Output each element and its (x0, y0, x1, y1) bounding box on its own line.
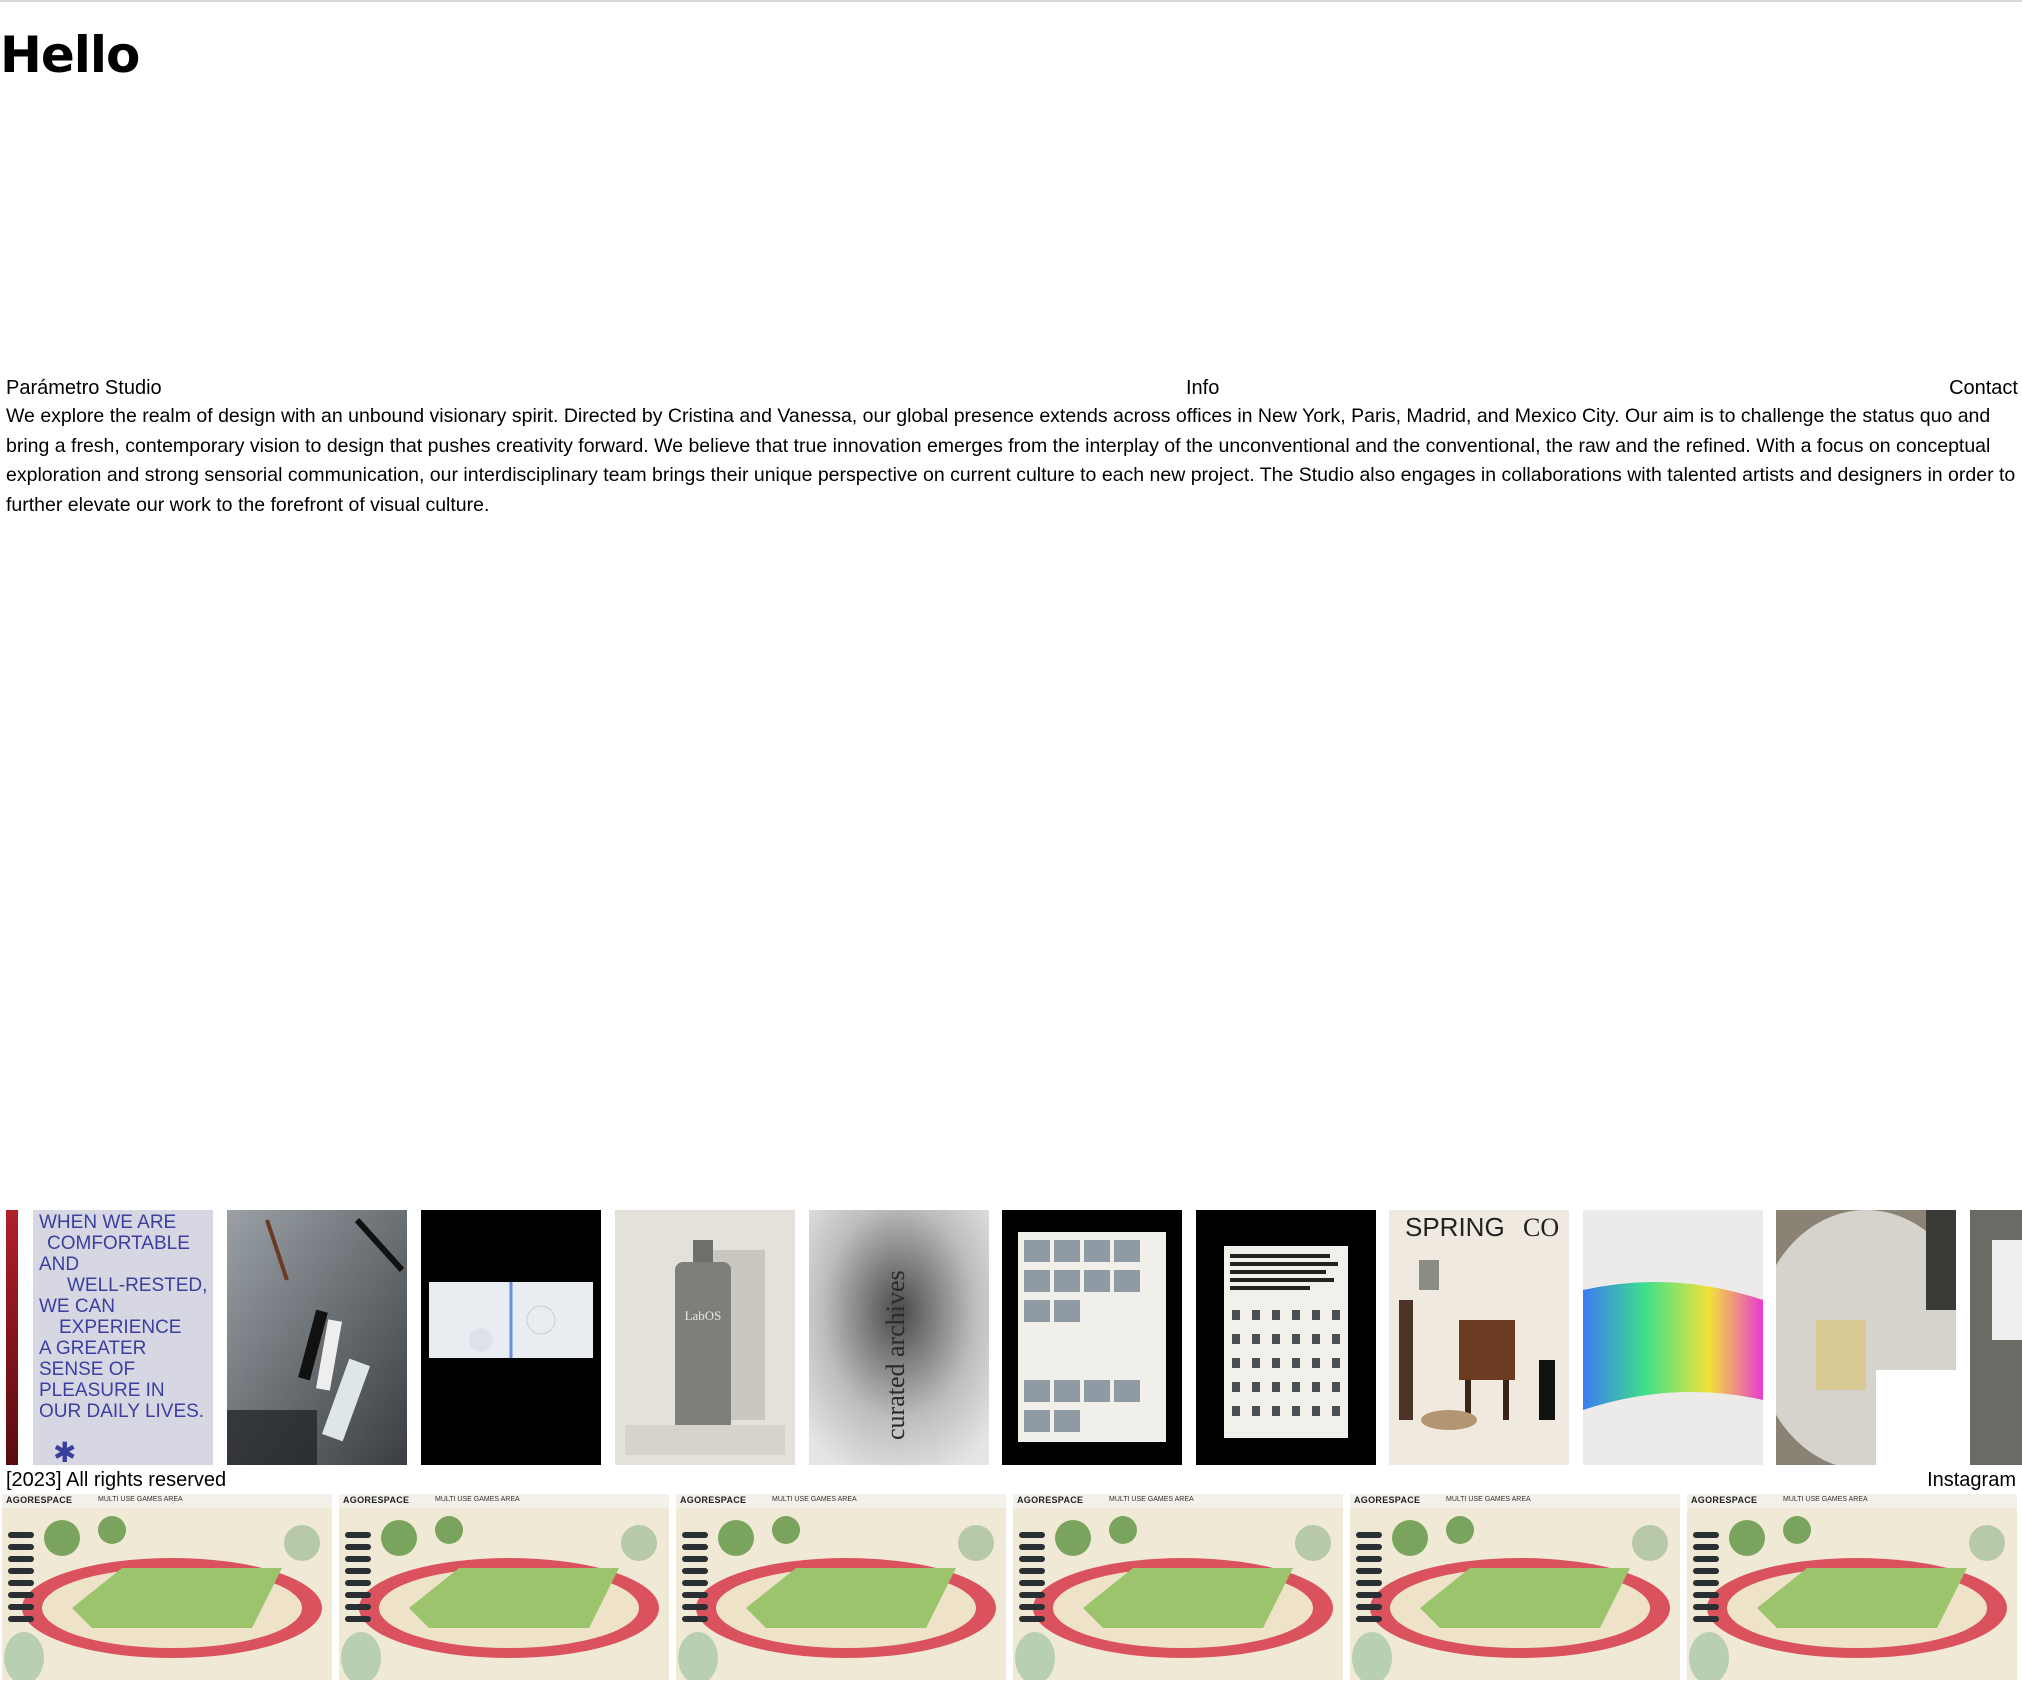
preview-subtitle: MULTI USE GAMES AREA (772, 1496, 857, 1503)
preview-tile[interactable]: AGORESPACE MULTI USE GAMES AREA (676, 1494, 1006, 1680)
project-thumbnail-bottle[interactable]: LabOS (615, 1210, 795, 1465)
contact-link[interactable]: Contact (1949, 374, 2018, 402)
poster-line: OUR DAILY LIVES. (39, 1401, 204, 1422)
poster-line: WHEN WE ARE (39, 1212, 176, 1233)
preview-logo: AGORESPACE (1017, 1495, 1084, 1505)
project-thumbnail-curated[interactable]: curated archives (809, 1210, 989, 1465)
table-artwork (1776, 1210, 1956, 1465)
top-border (0, 0, 2022, 2)
asterisk-icon: ✱ (53, 1436, 76, 1465)
footer: [2023] All rights reserved Instagram (0, 1466, 2022, 1494)
preview-subtitle: MULTI USE GAMES AREA (435, 1496, 520, 1503)
intro-paragraph: We explore the realm of design with an u… (6, 405, 2016, 516)
preview-tile[interactable]: AGORESPACE MULTI USE GAMES AREA (339, 1494, 669, 1680)
poster-line: EXPERIENCE (59, 1317, 181, 1338)
preview-subtitle: MULTI USE GAMES AREA (1783, 1496, 1868, 1503)
iridescent-artwork (1583, 1210, 1763, 1465)
court-scene (2, 1508, 332, 1680)
preview-tile[interactable]: AGORESPACE MULTI USE GAMES AREA (2, 1494, 332, 1680)
preview-subtitle: MULTI USE GAMES AREA (1109, 1496, 1194, 1503)
bottom-preview-strip: AGORESPACE MULTI USE GAMES AREA AGORESPAC… (0, 1494, 2022, 1680)
top-nav: Parámetro Studio Info Contact (6, 374, 2018, 402)
curated-artwork: curated archives (809, 1210, 989, 1465)
preview-logo: AGORESPACE (6, 1495, 73, 1505)
preview-subtitle: MULTI USE GAMES AREA (98, 1496, 183, 1503)
studio-name-link[interactable]: Parámetro Studio (6, 374, 162, 402)
page-title: Hello (0, 26, 140, 84)
preview-logo: AGORESPACE (343, 1495, 410, 1505)
preview-logo: AGORESPACE (680, 1495, 747, 1505)
bottle-artwork: LabOS (615, 1210, 795, 1465)
project-thumbnail-spring[interactable]: SPRING CO (1389, 1210, 1569, 1465)
preview-tile[interactable]: AGORESPACE MULTI USE GAMES AREA (1687, 1494, 2017, 1680)
court-scene (1350, 1508, 1680, 1680)
preview-tile[interactable]: AGORESPACE MULTI USE GAMES AREA (1350, 1494, 1680, 1680)
project-thumbnail-book[interactable] (421, 1210, 601, 1465)
curated-text: curated archives (881, 1270, 910, 1440)
project-thumbnail-cosmetics[interactable] (227, 1210, 407, 1465)
poster-line: AND (39, 1254, 79, 1275)
cosmetics-artwork (227, 1210, 407, 1465)
bottle-label: LabOS (685, 1308, 722, 1323)
spring-artwork: SPRING CO (1389, 1210, 1569, 1465)
court-scene (1013, 1508, 1343, 1680)
poster-line: PLEASURE IN (39, 1380, 165, 1401)
text-page-artwork (1196, 1210, 1376, 1465)
poster-line: COMFORTABLE (47, 1233, 190, 1254)
spring-title-2: CO (1523, 1213, 1559, 1242)
partial-artwork (1970, 1210, 2022, 1465)
project-gallery: WHEN WE ARE COMFORTABLE AND WELL-RESTED,… (0, 1210, 2022, 1465)
preview-subtitle: MULTI USE GAMES AREA (1446, 1496, 1531, 1503)
book-artwork (421, 1210, 601, 1465)
project-thumbnail-catalog[interactable] (1002, 1210, 1182, 1465)
catalog-artwork (1002, 1210, 1182, 1465)
poster-artwork: WHEN WE ARE COMFORTABLE AND WELL-RESTED,… (33, 1210, 213, 1465)
preview-logo: AGORESPACE (1354, 1495, 1421, 1505)
poster-line: WELL-RESTED, (67, 1275, 207, 1296)
court-scene (339, 1508, 669, 1680)
court-scene (676, 1508, 1006, 1680)
project-thumbnail-red[interactable] (6, 1210, 18, 1465)
instagram-link[interactable]: Instagram (1927, 1466, 2016, 1494)
project-thumbnail-table[interactable] (1776, 1210, 1956, 1465)
copyright-text: [2023] All rights reserved (6, 1469, 227, 1491)
project-thumbnail-poster[interactable]: WHEN WE ARE COMFORTABLE AND WELL-RESTED,… (33, 1210, 213, 1465)
project-thumbnail-text-page[interactable] (1196, 1210, 1376, 1465)
poster-line: SENSE OF (39, 1359, 135, 1380)
court-scene (1687, 1508, 2017, 1680)
project-thumbnail-partial[interactable] (1970, 1210, 2022, 1465)
spring-title: SPRING (1405, 1212, 1505, 1242)
preview-tile[interactable]: AGORESPACE MULTI USE GAMES AREA (1013, 1494, 1343, 1680)
preview-logo: AGORESPACE (1691, 1495, 1758, 1505)
project-thumbnail-iridescent[interactable] (1583, 1210, 1763, 1465)
info-link[interactable]: Info (1186, 374, 1219, 402)
poster-line: WE CAN (39, 1296, 115, 1317)
poster-line: A GREATER (39, 1338, 146, 1359)
